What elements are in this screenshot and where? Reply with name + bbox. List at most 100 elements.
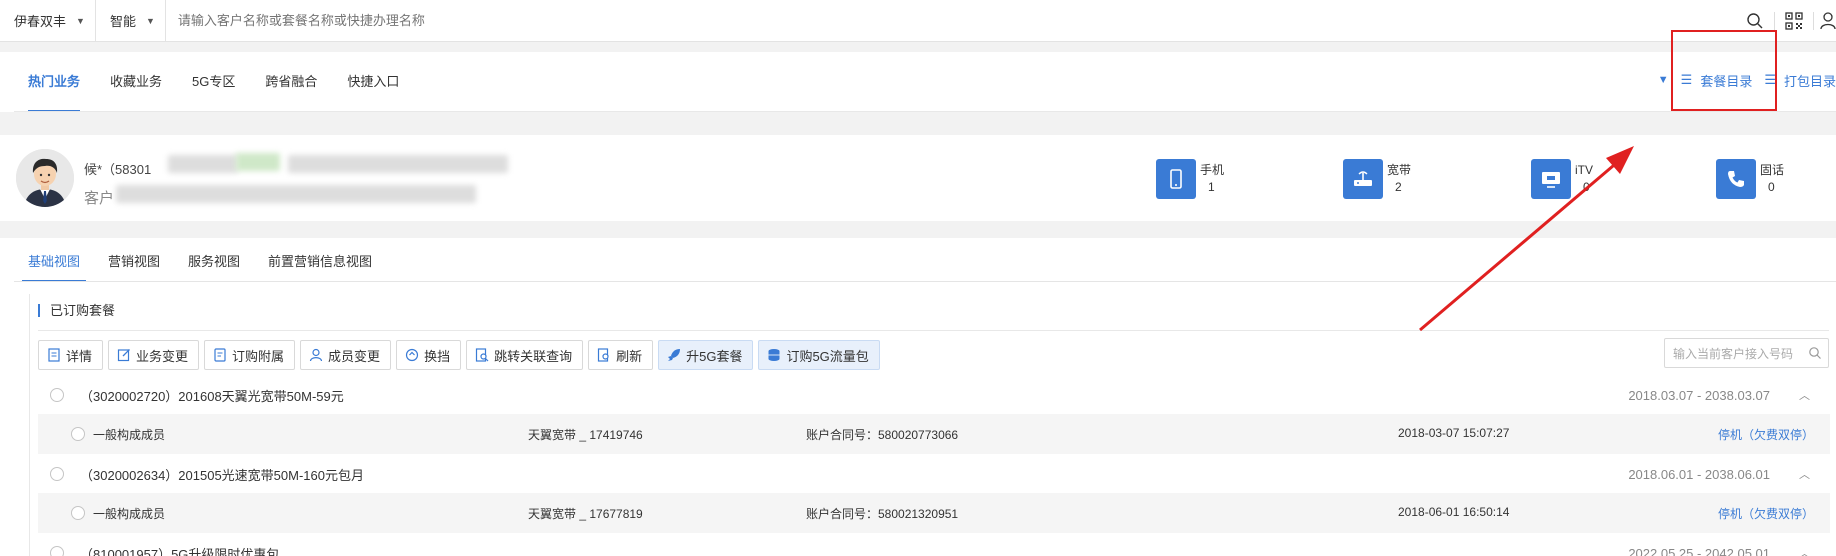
bundle-catalog-label: 打包目录: [1783, 73, 1836, 89]
switch-tier-button[interactable]: 换挡: [396, 340, 462, 370]
member-status-link[interactable]: 停机（欠费双停）: [1718, 426, 1814, 443]
lookup-placeholder: 输入当前客户接入号码: [1673, 346, 1794, 361]
detail-button[interactable]: 详情: [38, 340, 104, 370]
member-role: 一般构成成员: [93, 428, 166, 442]
member-icon: [309, 348, 323, 362]
customer-sub-info: 客户: [84, 190, 115, 207]
button-label: 订购附属: [232, 348, 285, 364]
order-5g-data-button[interactable]: 订购5G流量包: [758, 340, 880, 370]
tab-marketing-view[interactable]: 营销视图: [108, 251, 160, 282]
tab-favorites[interactable]: 收藏业务: [110, 52, 162, 112]
tv-icon: [1531, 159, 1571, 199]
phone-icon: [1156, 159, 1196, 199]
member-product: 天翼宽带 _ 17677819: [528, 507, 643, 521]
related-query-button[interactable]: 跳转关联查询: [466, 340, 584, 370]
region-select[interactable]: 伊春双丰 ▼: [0, 0, 96, 42]
customer-info-bar: 候*（58301 客户 手机 1 宽带 2 iTV 0 固话 0: [0, 135, 1836, 221]
qrcode-icon[interactable]: [1775, 0, 1813, 42]
section-divider: [38, 330, 1829, 331]
button-label: 刷新: [616, 348, 643, 364]
product-broadband[interactable]: 宽带 2: [1343, 159, 1411, 199]
chevron-down-icon: ▼: [145, 15, 155, 26]
database-icon: [768, 349, 780, 361]
tab-basic-view[interactable]: 基础视图: [21, 251, 87, 282]
customer-name: 候*（58301: [84, 162, 152, 177]
product-count: 0: [1768, 180, 1775, 194]
search-mode-value: 智能: [109, 14, 136, 29]
product-landline[interactable]: 固话 0: [1716, 159, 1784, 199]
business-tab-bar: 热门业务 收藏业务 5G专区 跨省融合 快捷入口: [0, 52, 1836, 112]
tab-service-view[interactable]: 服务视图: [188, 251, 240, 282]
expand-caret-icon[interactable]: ▼: [1658, 74, 1669, 86]
chevron-up-icon[interactable]: ︿: [1799, 387, 1810, 403]
view-tab-bar: 基础视图 营销视图 服务视图 前置营销信息视图: [0, 238, 1836, 282]
search-mode-select[interactable]: 智能 ▼: [96, 0, 166, 42]
redacted-info: [168, 155, 238, 173]
chevron-up-icon[interactable]: ︿: [1799, 545, 1810, 556]
view-tab-divider: [14, 281, 1836, 282]
member-role: 一般构成成员: [93, 507, 166, 521]
product-label: 宽带: [1387, 163, 1412, 177]
order-addon-button[interactable]: 订购附属: [204, 340, 296, 370]
package-radio[interactable]: [50, 388, 64, 402]
button-label: 业务变更: [136, 348, 189, 364]
product-label: iTV: [1575, 163, 1593, 177]
telephone-icon: [1716, 159, 1756, 199]
business-change-button[interactable]: 业务变更: [108, 340, 200, 370]
tab-divider: [14, 111, 1836, 112]
refresh-icon: [597, 348, 609, 362]
refresh-button[interactable]: 刷新: [588, 340, 654, 370]
tab-pre-marketing-view[interactable]: 前置营销信息视图: [268, 251, 372, 282]
member-time: 2018-03-07 15:07:27: [1398, 426, 1510, 440]
global-search-input[interactable]: [165, 0, 1736, 41]
member-change-button[interactable]: 成员变更: [300, 340, 392, 370]
product-mobile[interactable]: 手机 1: [1156, 159, 1224, 199]
member-row[interactable]: 一般构成成员 天翼宽带 _ 17419746 账户合同号：58002077306…: [38, 414, 1830, 454]
member-account: 账户合同号：580021320951: [806, 507, 959, 521]
product-itv[interactable]: iTV 0: [1531, 159, 1593, 199]
top-search-bar: 伊春双丰 ▼ 智能 ▼: [0, 0, 1836, 42]
router-icon: [1343, 159, 1383, 199]
action-toolbar: 详情 业务变更 订购附属 成员变更 换挡 跳转关联查询 刷新 升5G套餐 订购5…: [38, 340, 885, 370]
upgrade-5g-button[interactable]: 升5G套餐: [658, 340, 754, 370]
package-title: （3020002720）201608天翼光宽带50M-59元: [80, 388, 344, 404]
member-status-link[interactable]: 停机（欠费双停）: [1718, 505, 1814, 522]
order-icon: [214, 348, 226, 362]
member-radio[interactable]: [71, 506, 85, 520]
member-product: 天翼宽带 _ 17419746: [528, 428, 643, 442]
redacted-info: [288, 155, 508, 173]
package-row[interactable]: （810001957）5G升级限时优惠包 2022.05.25 - 2042.0…: [38, 534, 1830, 556]
package-radio[interactable]: [50, 546, 64, 556]
product-count: 2: [1395, 180, 1402, 194]
chevron-down-icon: ▼: [76, 15, 85, 26]
product-label: 手机: [1200, 163, 1225, 177]
tab-quick-entry[interactable]: 快捷入口: [347, 52, 399, 112]
member-row[interactable]: 一般构成成员 天翼宽带 _ 17677819 账户合同号：58002132095…: [38, 493, 1830, 533]
avatar: [16, 149, 74, 207]
number-lookup-input[interactable]: 输入当前客户接入号码: [1664, 338, 1829, 368]
rocket-icon: [668, 349, 681, 361]
main-panel: 基础视图 营销视图 服务视图 前置营销信息视图 已订购套餐 详情 业务变更 订购…: [0, 238, 1836, 556]
tab-5g-zone[interactable]: 5G专区: [192, 52, 235, 112]
redacted-tag: [236, 153, 280, 171]
package-row[interactable]: （3020002720）201608天翼光宽带50M-59元 2018.03.0…: [38, 376, 1830, 414]
member-radio[interactable]: [71, 427, 85, 441]
tab-hot-business[interactable]: 热门业务: [28, 52, 81, 112]
member-account: 账户合同号：580020773066: [806, 428, 959, 442]
ordered-packages-section: 已订购套餐 详情 业务变更 订购附属 成员变更 换挡 跳转关联查询 刷新 升5G…: [29, 294, 1830, 556]
tab-cross-province[interactable]: 跨省融合: [265, 52, 317, 112]
package-dates: 2018.03.07 - 2038.03.07: [1628, 387, 1770, 403]
package-row[interactable]: （3020002634）201505光速宽带50M-160元包月 2018.06…: [38, 455, 1830, 493]
button-label: 成员变更: [328, 348, 381, 364]
user-icon[interactable]: [1814, 0, 1836, 42]
detail-icon: [48, 348, 60, 362]
package-title: （3020002634）201505光速宽带50M-160元包月: [80, 467, 364, 483]
package-radio[interactable]: [50, 467, 64, 481]
member-time: 2018-06-01 16:50:14: [1398, 505, 1510, 519]
button-label: 升5G套餐: [686, 348, 743, 364]
button-label: 跳转关联查询: [494, 348, 573, 364]
edit-icon: [117, 349, 130, 362]
redacted-info: [116, 185, 476, 203]
chevron-up-icon[interactable]: ︿: [1799, 466, 1810, 482]
switch-icon: [405, 348, 419, 362]
